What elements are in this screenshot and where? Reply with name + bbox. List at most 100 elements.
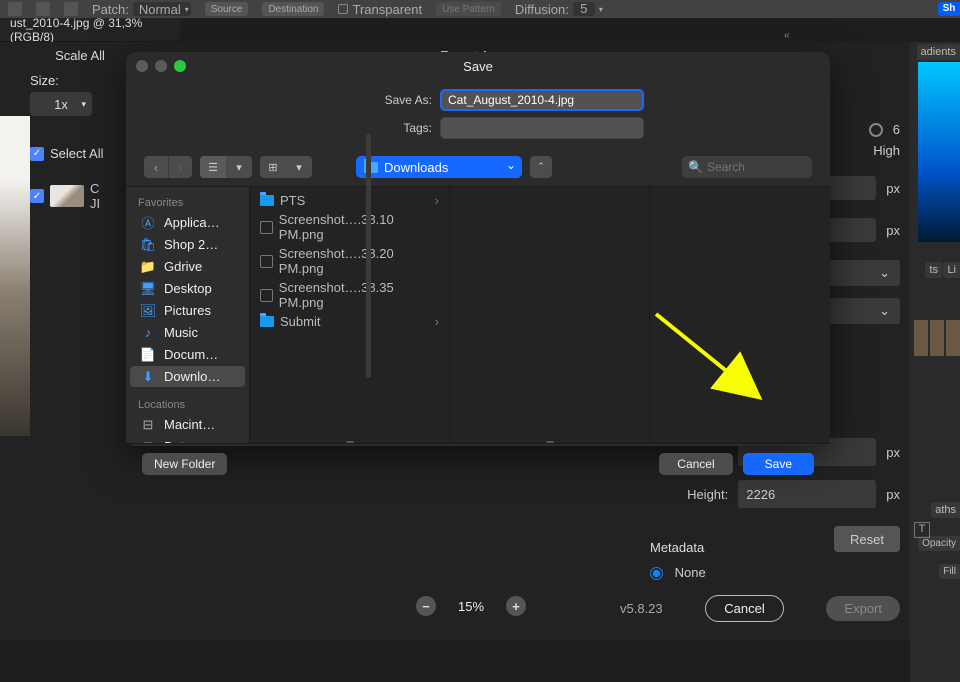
folder-icon xyxy=(260,316,274,327)
quality-value: 6 xyxy=(893,122,900,137)
export-cancel-button[interactable]: Cancel xyxy=(705,595,783,622)
grid-view-icon[interactable]: ⊞ xyxy=(260,156,286,178)
paths-tab[interactable]: aths xyxy=(931,502,960,518)
save-dialog: Save Save As: Tags: ‹ › ☰▾ ⊞▾ Downloads … xyxy=(126,52,830,446)
sidebar-item-label: Desktop xyxy=(164,281,212,296)
sidebar-item-desktop[interactable]: 🖥 Desktop xyxy=(130,278,245,299)
column-resize-handle[interactable] xyxy=(450,440,649,443)
finder-column-2 xyxy=(450,187,650,443)
file-icon xyxy=(260,221,273,234)
tool-icon-1[interactable] xyxy=(8,2,22,16)
select-all-checkbox[interactable]: ✓ xyxy=(30,147,44,161)
list-item-label: Screenshot….38.35 PM.png xyxy=(279,280,439,310)
version-label: v5.8.23 xyxy=(620,601,663,616)
fill-label: Fill xyxy=(939,564,960,579)
patch-dropdown[interactable]: Normal xyxy=(133,2,191,16)
save-as-input[interactable] xyxy=(440,89,644,111)
document-tab[interactable]: ust_2010-4.jpg @ 31,3% (RGB/8) xyxy=(0,18,180,42)
metadata-none-radio[interactable] xyxy=(650,567,663,580)
nav-back-button[interactable]: ‹ xyxy=(144,156,168,178)
dialog-save-button[interactable]: Save xyxy=(743,453,814,475)
transparent-label: Transparent xyxy=(352,2,422,17)
window-traffic-lights[interactable] xyxy=(136,60,186,72)
select-all-label: Select All xyxy=(50,146,103,161)
diffusion-value[interactable]: 5 xyxy=(573,2,595,16)
new-folder-button[interactable]: New Folder xyxy=(142,453,227,475)
panel-collapse-chevrons[interactable]: « xyxy=(784,30,790,41)
size-label: Size: xyxy=(30,73,59,88)
tool-icon-2[interactable] xyxy=(36,2,50,16)
gradients-tab[interactable]: adients xyxy=(917,44,960,60)
tags-input[interactable] xyxy=(440,117,644,139)
tool-icon-3[interactable] xyxy=(64,2,78,16)
list-item[interactable]: Submit › xyxy=(250,312,449,331)
desktop-icon: 🖥 xyxy=(140,282,156,296)
search-input[interactable] xyxy=(707,160,806,174)
finder-sidebar: Favorites ⒶApplica… 🛍Shop 2… 📁Gdrive 🖥De… xyxy=(126,187,250,443)
document-icon: 📄 xyxy=(140,348,156,362)
list-item-label: Screenshot….38.20 PM.png xyxy=(279,246,439,276)
sidebar-item-label: Data xyxy=(164,439,191,443)
folder-icon xyxy=(260,195,274,206)
export-button[interactable]: Export xyxy=(826,596,900,621)
px-unit: px xyxy=(886,181,900,196)
zoom-in-button[interactable]: + xyxy=(506,596,526,616)
px-unit: px xyxy=(886,487,900,502)
quality-high-label: High xyxy=(873,143,900,158)
sidebar-item-music[interactable]: ♪Music xyxy=(130,322,245,343)
list-item[interactable]: Screenshot….38.20 PM.png xyxy=(250,244,449,278)
sidebar-item-data[interactable]: ⊟Data xyxy=(130,436,245,443)
sidebar-item-downloads[interactable]: ⬇Downlo… xyxy=(130,366,245,387)
zoom-icon[interactable] xyxy=(174,60,186,72)
close-icon[interactable] xyxy=(136,60,148,72)
height-input[interactable]: 2226 xyxy=(738,480,876,508)
type-tool-icon[interactable]: T xyxy=(914,522,930,538)
column-view-icon[interactable]: ☰ xyxy=(200,156,226,178)
ts-tab[interactable]: ts xyxy=(925,262,942,278)
image-preview-edge xyxy=(0,116,30,436)
enclosing-folder-button[interactable]: ˆ xyxy=(530,156,552,178)
nav-forward-button[interactable]: › xyxy=(168,156,192,178)
sidebar-item-shop[interactable]: 🛍Shop 2… xyxy=(130,234,245,255)
destination-button[interactable]: Destination xyxy=(262,2,324,16)
sidebar-item-documents[interactable]: 📄Docum… xyxy=(130,344,245,365)
source-button[interactable]: Source xyxy=(205,2,249,16)
list-item[interactable]: Screenshot….38.35 PM.png xyxy=(250,278,449,312)
dialog-title: Save xyxy=(463,59,493,74)
list-item[interactable]: Screenshot….38.10 PM.png xyxy=(250,210,449,244)
sidebar-item-applications[interactable]: ⒶApplica… xyxy=(130,212,245,233)
app-icon: Ⓐ xyxy=(140,216,156,230)
dialog-cancel-button[interactable]: Cancel xyxy=(659,453,732,475)
chevron-right-icon: › xyxy=(435,314,439,329)
sidebar-item-label: Music xyxy=(164,325,198,340)
size-dropdown[interactable]: 1x xyxy=(30,92,92,116)
bag-icon: 🛍 xyxy=(140,238,156,252)
sidebar-item-macintosh[interactable]: ⊟Macint… xyxy=(130,414,245,435)
zoom-out-button[interactable]: − xyxy=(416,596,436,616)
list-item-label: Screenshot….38.10 PM.png xyxy=(279,212,439,242)
patch-label: Patch: xyxy=(92,2,129,17)
quality-radio[interactable] xyxy=(869,123,883,137)
minimize-icon[interactable] xyxy=(155,60,167,72)
column-resize-handle[interactable] xyxy=(250,440,449,443)
transparent-checkbox[interactable] xyxy=(338,4,348,14)
group-segment[interactable]: ⊞▾ xyxy=(260,156,312,178)
sidebar-item-label: Pictures xyxy=(164,303,211,318)
location-popup[interactable]: Downloads xyxy=(356,156,522,178)
asset-checkbox[interactable]: ✓ xyxy=(30,189,44,203)
li-tab[interactable]: Li xyxy=(943,262,960,278)
use-pattern-button[interactable]: Use Pattern xyxy=(436,2,501,16)
asset-thumbnail[interactable] xyxy=(50,185,84,207)
gradient-swatch xyxy=(918,62,960,242)
search-icon: 🔍 xyxy=(688,160,703,174)
location-label: Downloads xyxy=(384,160,448,175)
save-as-label: Save As: xyxy=(385,93,432,107)
list-item-label: Submit xyxy=(280,314,320,329)
list-item[interactable]: PTS› xyxy=(250,191,449,210)
sidebar-item-pictures[interactable]: 🖼Pictures xyxy=(130,300,245,321)
sidebar-item-gdrive[interactable]: 📁Gdrive xyxy=(130,256,245,277)
sidebar-scrollbar[interactable] xyxy=(366,134,371,378)
search-field[interactable]: 🔍 xyxy=(682,156,812,178)
view-mode-segment[interactable]: ☰▾ xyxy=(200,156,252,178)
share-button[interactable]: Sh xyxy=(938,2,960,16)
